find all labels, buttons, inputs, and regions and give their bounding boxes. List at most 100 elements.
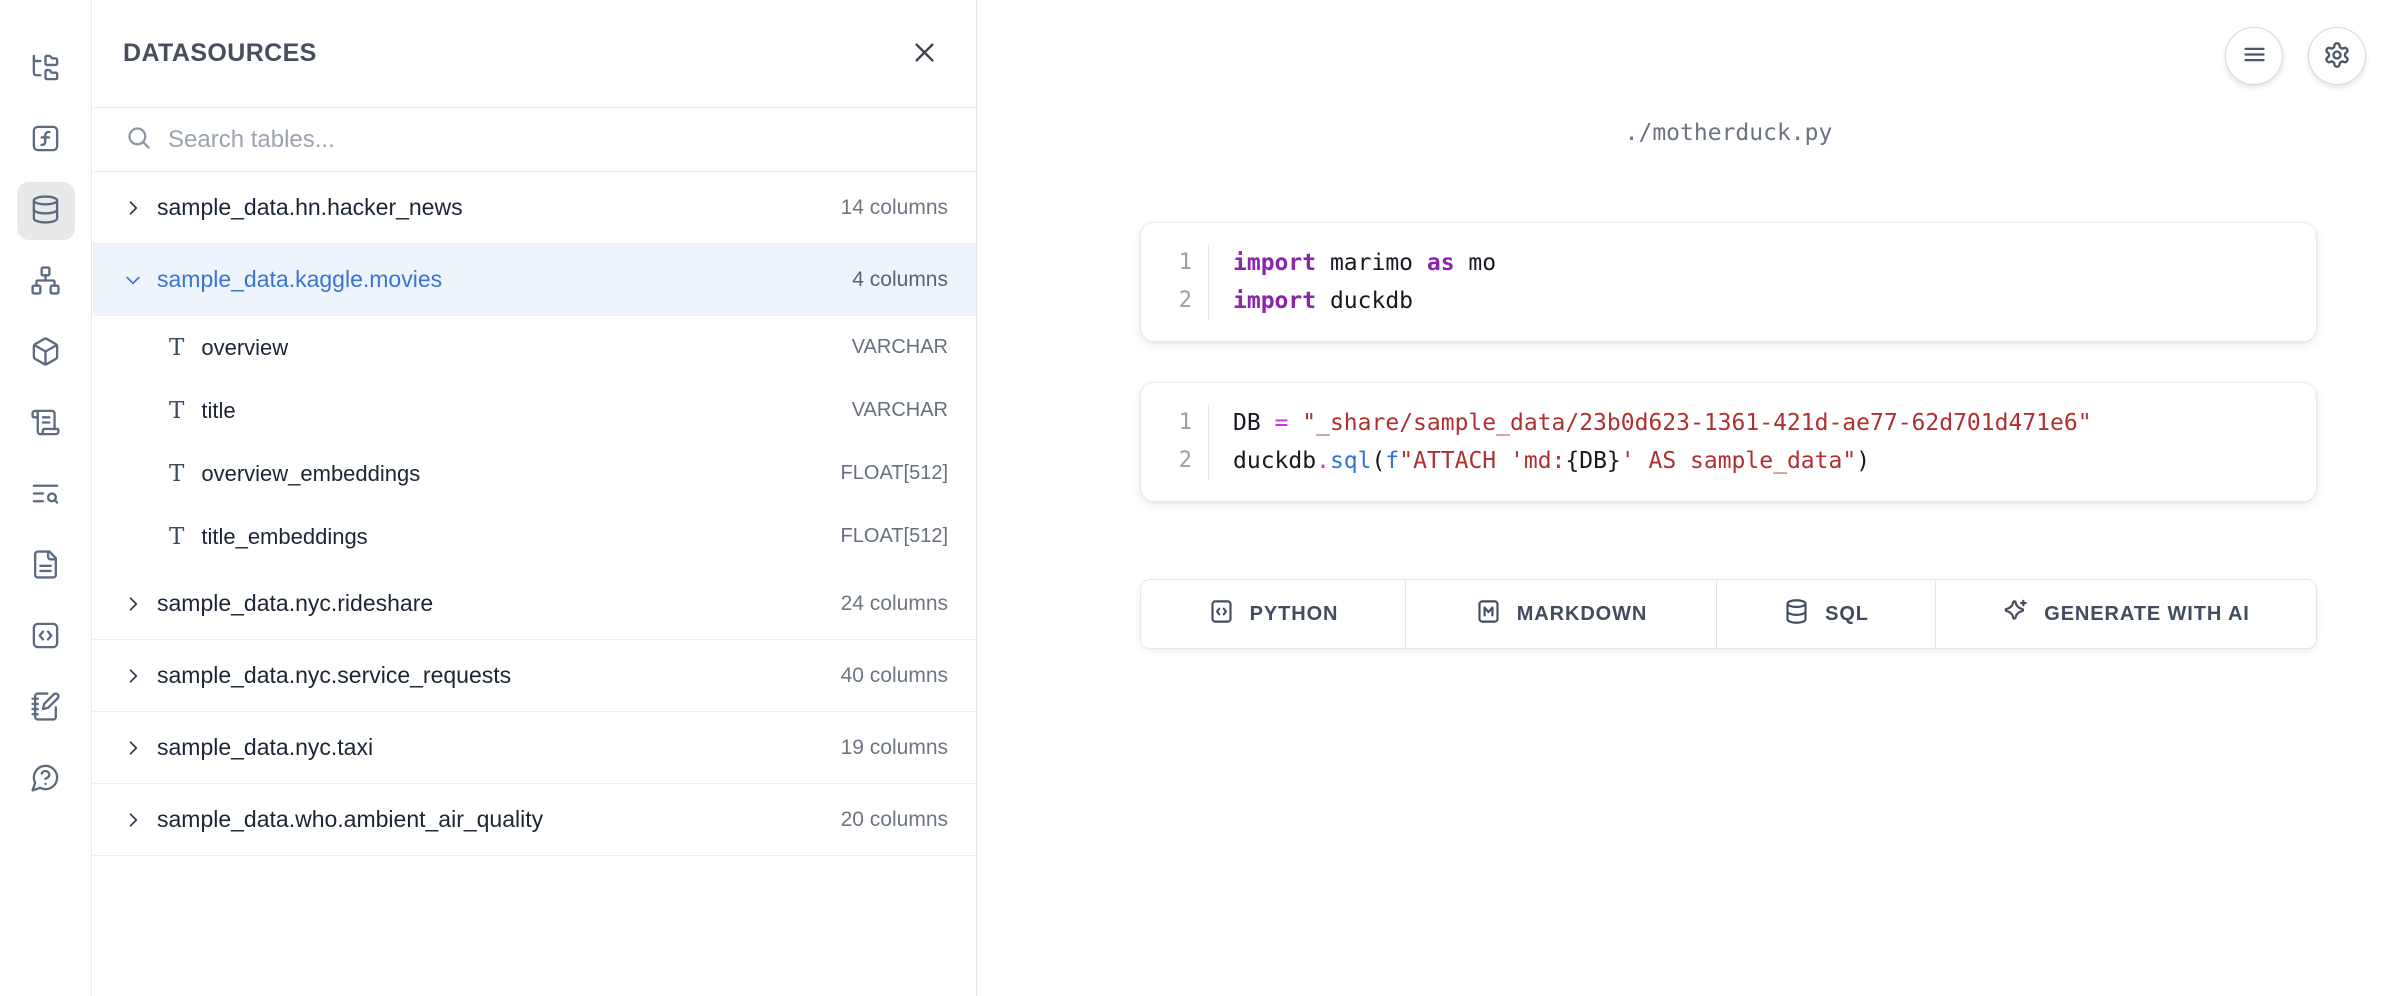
code-token: f: [1385, 448, 1399, 474]
code-token: marimo: [1316, 250, 1427, 276]
code-token: =: [1275, 410, 1289, 436]
notebook-content: ./motherduck.py 1 2 import marimo as mo …: [1140, 0, 2317, 649]
code-token: ' AS sample_data": [1621, 448, 1856, 474]
gear-icon: [2323, 41, 2351, 72]
table-column-count: 14 columns: [841, 196, 948, 220]
table-column-count: 24 columns: [841, 592, 948, 616]
sidebar-scratchpad-button[interactable]: [17, 679, 75, 737]
datasources-panel-header: DATASOURCES: [93, 0, 976, 108]
sidebar-packages-button[interactable]: [17, 324, 75, 382]
generate-with-ai-label: GENERATE WITH AI: [2044, 603, 2250, 626]
column-datatype: VARCHAR: [852, 336, 948, 359]
table-row-who-ambient-air-quality[interactable]: sample_data.who.ambient_air_quality 20 c…: [93, 784, 976, 856]
close-panel-button[interactable]: [902, 32, 946, 76]
sidebar-search-logs-button[interactable]: [17, 466, 75, 524]
table-name: sample_data.nyc.taxi: [157, 734, 827, 761]
notebook-filename[interactable]: ./motherduck.py: [1140, 120, 2317, 146]
table-name: sample_data.nyc.service_requests: [157, 662, 827, 689]
line-number-gutter: 1 2: [1141, 404, 1209, 480]
file-text-icon: [30, 549, 61, 583]
code-token: "_share/sample_data/23b0d623-1361-421d-a…: [1302, 410, 2091, 436]
code-cell-attach-db[interactable]: 1 2 DB = "_share/sample_data/23b0d623-13…: [1140, 382, 2317, 502]
datasources-panel: DATASOURCES sample_data.hn.hacker_news 1…: [93, 0, 977, 996]
table-name: sample_data.kaggle.movies: [157, 266, 838, 293]
tables-list: sample_data.hn.hacker_news 14 columns sa…: [93, 172, 976, 856]
function-square-icon: [30, 123, 61, 157]
code-line: import marimo as mo: [1233, 244, 1496, 282]
column-row-overview[interactable]: T overview VARCHAR: [93, 316, 976, 379]
table-name: sample_data.who.ambient_air_quality: [157, 806, 827, 833]
sidebar-logs-button[interactable]: [17, 395, 75, 453]
notebook-area: ./motherduck.py 1 2 import marimo as mo …: [978, 0, 2399, 996]
code-token: {DB}: [1565, 448, 1620, 474]
column-type-icon: T: [169, 461, 184, 487]
table-row-hacker-news[interactable]: sample_data.hn.hacker_news 14 columns: [93, 172, 976, 244]
sidebar-help-button[interactable]: [17, 750, 75, 808]
search-tables-input[interactable]: [168, 126, 944, 154]
code-token: as: [1427, 250, 1455, 276]
column-row-title-embeddings[interactable]: T title_embeddings FLOAT[512]: [93, 505, 976, 568]
column-type-icon: T: [169, 335, 184, 361]
table-column-count: 4 columns: [852, 268, 948, 292]
panel-title: DATASOURCES: [123, 39, 317, 68]
column-datatype: FLOAT[512]: [841, 525, 948, 548]
column-type-icon: T: [169, 524, 184, 550]
code-token: (: [1372, 448, 1386, 474]
table-name: sample_data.hn.hacker_news: [157, 194, 827, 221]
code-token: mo: [1455, 250, 1497, 276]
code-token: duckdb: [1316, 288, 1413, 314]
table-column-count: 20 columns: [841, 808, 948, 832]
box-icon: [30, 336, 61, 370]
column-name: overview: [201, 335, 834, 361]
add-markdown-cell-button[interactable]: MARKDOWN: [1406, 580, 1717, 648]
code-line: DB = "_share/sample_data/23b0d623-1361-4…: [1233, 404, 2092, 442]
code-token: import: [1233, 250, 1316, 276]
sidebar-helpers-button[interactable]: [17, 111, 75, 169]
code-token: "ATTACH 'md:: [1399, 448, 1565, 474]
column-name: overview_embeddings: [201, 461, 823, 487]
database-icon: [30, 194, 61, 228]
code-cell-imports[interactable]: 1 2 import marimo as mo import duckdb: [1140, 222, 2317, 342]
sparkles-icon: [2002, 598, 2029, 631]
chevron-down-icon: [123, 270, 143, 290]
database-icon: [1783, 598, 1810, 631]
sidebar-dependencies-button[interactable]: [17, 253, 75, 311]
code-editor[interactable]: import marimo as mo import duckdb: [1209, 244, 1496, 320]
generate-with-ai-button[interactable]: GENERATE WITH AI: [1936, 580, 2316, 648]
add-cell-bar: PYTHON MARKDOWN SQL GENERATE WITH AI: [1140, 579, 2317, 649]
add-sql-cell-button[interactable]: SQL: [1717, 580, 1936, 648]
column-row-overview-embeddings[interactable]: T overview_embeddings FLOAT[512]: [93, 442, 976, 505]
line-number: 2: [1179, 282, 1192, 320]
help-bubble-icon: [30, 762, 61, 796]
table-row-kaggle-movies[interactable]: sample_data.kaggle.movies 4 columns: [93, 244, 976, 316]
column-row-title[interactable]: T title VARCHAR: [93, 379, 976, 442]
code-token: ): [1856, 448, 1870, 474]
markdown-icon: [1475, 598, 1502, 631]
table-row-nyc-service-requests[interactable]: sample_data.nyc.service_requests 40 colu…: [93, 640, 976, 712]
notebook-pen-icon: [30, 691, 61, 725]
network-icon: [30, 265, 61, 299]
sidebar-snippets-button[interactable]: [17, 608, 75, 666]
code-editor[interactable]: DB = "_share/sample_data/23b0d623-1361-4…: [1209, 404, 2092, 480]
sidebar-datasources-button[interactable]: [17, 182, 75, 240]
chevron-right-icon: [123, 594, 143, 614]
line-number: 1: [1179, 244, 1192, 282]
sidebar-file-explorer-button[interactable]: [17, 40, 75, 98]
code-token: import: [1233, 288, 1316, 314]
line-number: 2: [1179, 442, 1192, 480]
add-python-label: PYTHON: [1250, 603, 1339, 626]
table-row-nyc-taxi[interactable]: sample_data.nyc.taxi 19 columns: [93, 712, 976, 784]
search-icon: [125, 124, 152, 156]
code-token: [1288, 410, 1302, 436]
column-type-icon: T: [169, 398, 184, 424]
column-datatype: VARCHAR: [852, 399, 948, 422]
column-datatype: FLOAT[512]: [841, 462, 948, 485]
add-python-cell-button[interactable]: PYTHON: [1141, 580, 1406, 648]
code-line: import duckdb: [1233, 282, 1496, 320]
line-number: 1: [1179, 404, 1192, 442]
sidebar-documentation-button[interactable]: [17, 537, 75, 595]
table-row-nyc-rideshare[interactable]: sample_data.nyc.rideshare 24 columns: [93, 568, 976, 640]
close-icon: [911, 39, 938, 69]
table-name: sample_data.nyc.rideshare: [157, 590, 827, 617]
code-line: duckdb.sql(f"ATTACH 'md:{DB}' AS sample_…: [1233, 442, 2092, 480]
